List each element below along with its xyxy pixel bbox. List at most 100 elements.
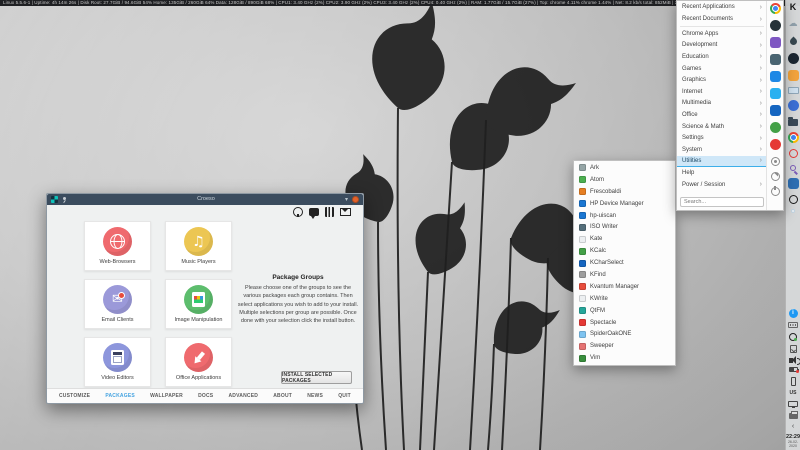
menu-item-kwrite[interactable]: KWrite: [574, 293, 675, 305]
device-icon[interactable]: [791, 377, 796, 386]
favorite-app-icon[interactable]: [770, 122, 781, 133]
window-titlebar[interactable]: Croeso ▾: [47, 194, 363, 205]
description-body: Please choose one of the groups to see t…: [237, 284, 359, 325]
keyboard-icon[interactable]: [788, 322, 798, 328]
shutdown-button[interactable]: [771, 187, 780, 196]
menu-item-frescobaldi[interactable]: Frescobaldi: [574, 186, 675, 198]
menu-item-label: Education: [682, 54, 709, 60]
spideroak-cloud-icon[interactable]: ☁: [789, 19, 798, 30]
menu-item-qtfm[interactable]: QtFM: [574, 305, 675, 317]
menu-category-development[interactable]: Development: [677, 40, 767, 52]
menu-category-help[interactable]: Help: [677, 167, 767, 179]
group-email-clients[interactable]: ✉ Email Clients: [84, 279, 151, 329]
volume-icon[interactable]: [789, 358, 793, 363]
menu-category-multimedia[interactable]: Multimedia: [677, 98, 767, 110]
printer-icon[interactable]: [789, 413, 798, 419]
battery-icon[interactable]: [789, 367, 798, 372]
water-drop-icon[interactable]: [788, 37, 798, 47]
tab-wallpaper[interactable]: WALLPAPER: [150, 389, 183, 404]
display-icon[interactable]: [788, 401, 798, 407]
croeso-task-button[interactable]: [792, 210, 794, 212]
phone-app-icon[interactable]: [788, 178, 799, 189]
menu-item-spectacle[interactable]: Spectacle: [574, 317, 675, 329]
menu-item-spideroakone[interactable]: SpiderOakONE: [574, 328, 675, 340]
search-input[interactable]: [680, 197, 764, 207]
menu-category-science-math[interactable]: Science & Math: [677, 121, 767, 133]
chromium-tray-icon[interactable]: [789, 333, 797, 341]
menu-item-hp-device-manager[interactable]: HP Device Manager: [574, 198, 675, 210]
dark-ring-app-icon[interactable]: [789, 195, 798, 204]
tab-quit[interactable]: QUIT: [338, 389, 351, 404]
clock-widget[interactable]: 22:29 26-02-2020: [786, 434, 800, 448]
blue-app-icon[interactable]: [788, 100, 799, 111]
menu-category-utilities[interactable]: Utilities: [677, 156, 767, 168]
menu-item-kvantum-manager[interactable]: Kvantum Manager: [574, 281, 675, 293]
menu-item-sweeper[interactable]: Sweeper: [574, 340, 675, 352]
menu-category-power-session[interactable]: Power / Session: [677, 179, 767, 191]
dark-app-icon[interactable]: [788, 53, 799, 64]
menu-item-recent-applications[interactable]: Recent Applications: [677, 1, 767, 13]
orange-app-icon[interactable]: [788, 70, 799, 81]
menu-item-recent-documents[interactable]: Recent Documents: [677, 13, 767, 25]
keyboard-layout-indicator[interactable]: US: [790, 390, 797, 396]
chevron-down-icon[interactable]: ▾: [345, 197, 348, 203]
favorite-app-icon[interactable]: [770, 105, 781, 116]
menu-category-system[interactable]: System: [677, 144, 767, 156]
group-image-manipulation[interactable]: Image Manipulation: [165, 279, 232, 329]
menu-category-graphics[interactable]: Graphics: [677, 74, 767, 86]
group-label: Office Applications: [176, 375, 221, 381]
menu-category-office[interactable]: Office: [677, 109, 767, 121]
group-office-applications[interactable]: Office Applications: [165, 337, 232, 387]
tab-packages[interactable]: PACKAGES: [105, 389, 135, 404]
tray-expander-icon[interactable]: ‹: [792, 424, 794, 430]
favorite-app-icon[interactable]: [770, 20, 781, 31]
group-music-players[interactable]: ♫ Music Players: [165, 221, 232, 271]
group-web-browsers[interactable]: Web-Browsers: [84, 221, 151, 271]
tab-news[interactable]: NEWS: [307, 389, 323, 404]
github-icon[interactable]: [293, 207, 303, 217]
menu-item-kcharselect[interactable]: KCharSelect: [574, 257, 675, 269]
tab-customize[interactable]: CUSTOMIZE: [59, 389, 90, 404]
irc-icon[interactable]: [325, 207, 334, 217]
magnifier-icon[interactable]: [790, 165, 796, 171]
opera-icon[interactable]: [789, 149, 798, 158]
install-selected-packages-button[interactable]: INSTALL SELECTED PACKAGES: [281, 371, 352, 384]
menu-item-atom[interactable]: Atom: [574, 174, 675, 186]
menu-item-hp-uiscan[interactable]: hp-uiscan: [574, 210, 675, 222]
folder-icon[interactable]: [788, 119, 798, 126]
menu-item-kfind[interactable]: KFind: [574, 269, 675, 281]
close-button[interactable]: [352, 196, 359, 203]
menu-category-chrome-apps[interactable]: Chrome Apps: [677, 28, 767, 40]
notifications-icon[interactable]: i: [789, 309, 798, 318]
chrome-icon[interactable]: [788, 132, 799, 143]
favorite-app-icon[interactable]: [770, 71, 781, 82]
chevron-right-icon: [760, 53, 762, 60]
chrome-favorite-icon[interactable]: [770, 3, 781, 14]
menu-item-kcalc[interactable]: KCalc: [574, 245, 675, 257]
pin-icon[interactable]: [62, 197, 67, 202]
email-icon[interactable]: [340, 208, 351, 216]
menu-item-ark[interactable]: Ark: [574, 162, 675, 174]
clipboard-icon[interactable]: [790, 345, 797, 353]
kaos-launcher-button[interactable]: K: [788, 2, 799, 13]
menu-item-iso-writer[interactable]: ISO Writer: [574, 221, 675, 233]
reboot-button[interactable]: [771, 172, 780, 181]
menu-category-education[interactable]: Education: [677, 51, 767, 63]
menu-category-internet[interactable]: Internet: [677, 86, 767, 98]
favorite-app-icon[interactable]: [770, 139, 781, 150]
suspend-button[interactable]: [771, 157, 780, 166]
favorite-app-icon[interactable]: [770, 37, 781, 48]
group-video-editors[interactable]: Video Editors: [84, 337, 151, 387]
menu-category-games[interactable]: Games: [677, 63, 767, 75]
menu-item-kate[interactable]: Kate: [574, 233, 675, 245]
menu-item-vim[interactable]: Vim: [574, 352, 675, 364]
tab-advanced[interactable]: ADVANCED: [229, 389, 259, 404]
chat-icon[interactable]: [309, 208, 319, 216]
tab-about[interactable]: ABOUT: [273, 389, 292, 404]
menu-category-settings[interactable]: Settings: [677, 132, 767, 144]
favorite-app-icon[interactable]: [770, 54, 781, 65]
tab-docs[interactable]: DOCS: [198, 389, 213, 404]
window-thumbnail[interactable]: [788, 87, 799, 94]
chevron-right-icon: [760, 123, 762, 130]
favorite-app-icon[interactable]: [770, 88, 781, 99]
